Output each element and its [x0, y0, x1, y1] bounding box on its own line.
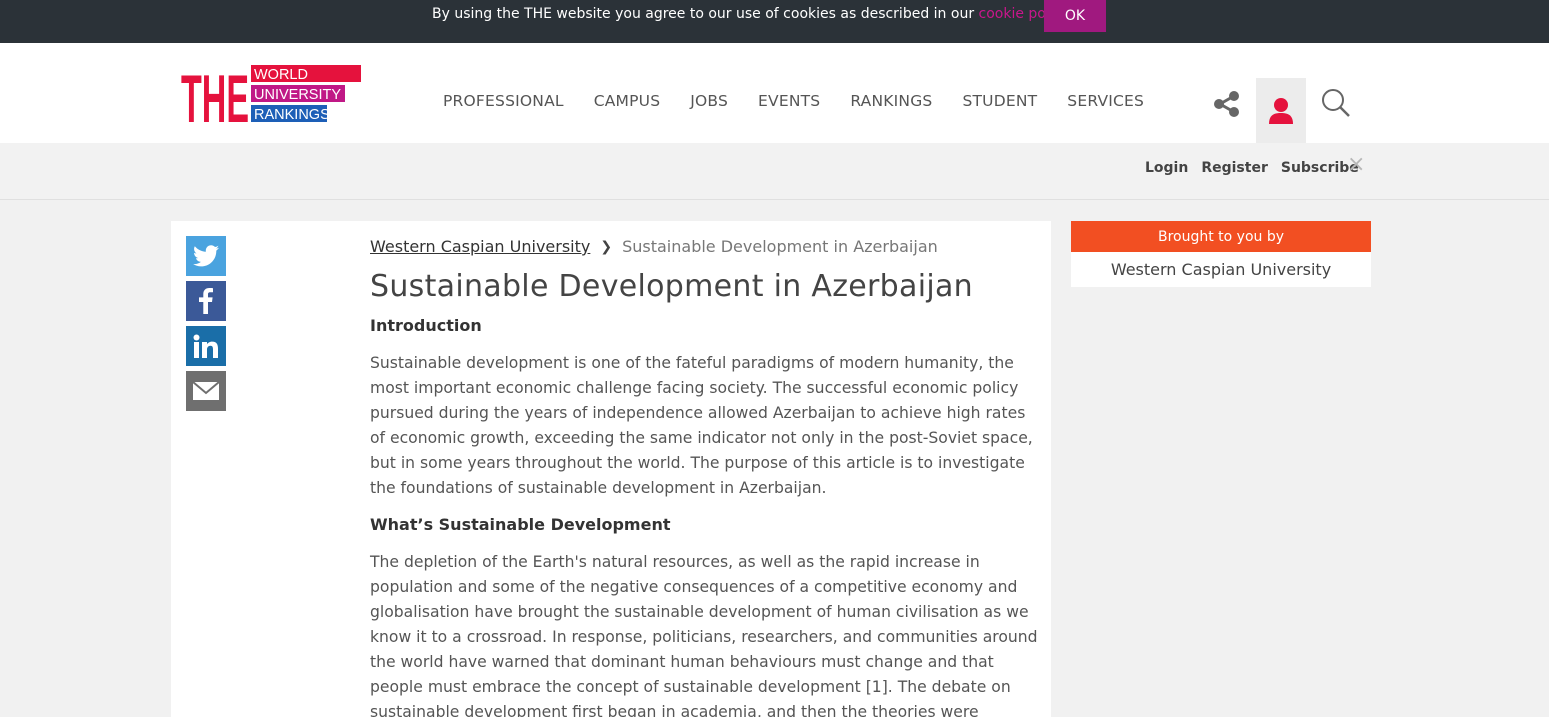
section-heading-what: What’s Sustainable Development [370, 515, 671, 534]
main-nav: PROFESSIONAL CAMPUS JOBS EVENTS RANKINGS… [443, 92, 1144, 110]
nav-item-student[interactable]: STUDENT [962, 92, 1037, 110]
page-title: Sustainable Development in Azerbaijan [370, 269, 973, 304]
register-link[interactable]: Register [1201, 160, 1268, 176]
email-share-button[interactable] [186, 371, 226, 411]
nav-item-jobs[interactable]: JOBS [690, 92, 728, 110]
user-icon [1269, 97, 1293, 124]
breadcrumb: Western Caspian University ❯ Sustainable… [370, 237, 1038, 256]
article-card: Western Caspian University ❯ Sustainable… [171, 221, 1051, 717]
logo-graphic: THE WORLD UNIVERSITY RANKINGS [181, 61, 361, 137]
article-content: Western Caspian University ❯ Sustainable… [370, 237, 1038, 717]
nav-item-campus[interactable]: CAMPUS [594, 92, 661, 110]
linkedin-share-button[interactable] [186, 326, 226, 366]
cookie-bar: By using the THE website you agree to ou… [0, 0, 1549, 43]
sponsor-box: Brought to you by Western Caspian Univer… [1071, 221, 1371, 287]
cookie-ok-button[interactable]: OK [1044, 0, 1106, 32]
cookie-text-before: By using the THE website you agree to ou… [432, 6, 979, 22]
sponsor-heading: Brought to you by [1071, 221, 1371, 252]
logo-line1: WORLD [254, 67, 308, 83]
cookie-message: By using the THE website you agree to ou… [432, 6, 1072, 22]
chevron-right-icon: ❯ [600, 238, 613, 255]
facebook-icon [199, 288, 213, 314]
twitter-icon [193, 245, 219, 267]
close-icon[interactable]: × [1347, 152, 1365, 177]
account-strip: Login Register Subscribe × [0, 143, 1549, 200]
nav-item-rankings[interactable]: RANKINGS [850, 92, 932, 110]
search-icon[interactable] [1321, 88, 1351, 118]
sponsor-name-link[interactable]: Western Caspian University [1071, 252, 1371, 287]
logo-line2: UNIVERSITY [254, 87, 341, 103]
nav-item-events[interactable]: EVENTS [758, 92, 820, 110]
what-paragraph: The depletion of the Earth's natural res… [370, 553, 1038, 717]
email-icon [192, 381, 220, 400]
logo-letters: THE [181, 65, 249, 123]
site-logo[interactable]: THE WORLD UNIVERSITY RANKINGS [181, 61, 361, 137]
user-account-button[interactable] [1256, 78, 1306, 143]
breadcrumb-current: Sustainable Development in Azerbaijan [622, 237, 938, 256]
logo-line3: RANKINGS [254, 107, 330, 123]
facebook-share-button[interactable] [186, 281, 226, 321]
login-link[interactable]: Login [1145, 160, 1188, 176]
breadcrumb-parent-link[interactable]: Western Caspian University [370, 237, 590, 256]
twitter-share-button[interactable] [186, 236, 226, 276]
linkedin-icon [193, 334, 218, 358]
intro-paragraph: Sustainable development is one of the fa… [370, 354, 1033, 497]
share-icon[interactable] [1212, 89, 1242, 119]
section-heading-introduction: Introduction [370, 316, 482, 335]
account-links: Login Register Subscribe [1145, 160, 1359, 176]
nav-item-professional[interactable]: PROFESSIONAL [443, 92, 564, 110]
social-share-bar [186, 236, 226, 416]
site-header: THE WORLD UNIVERSITY RANKINGS PROFESSION… [0, 43, 1549, 143]
nav-item-services[interactable]: SERVICES [1067, 92, 1144, 110]
